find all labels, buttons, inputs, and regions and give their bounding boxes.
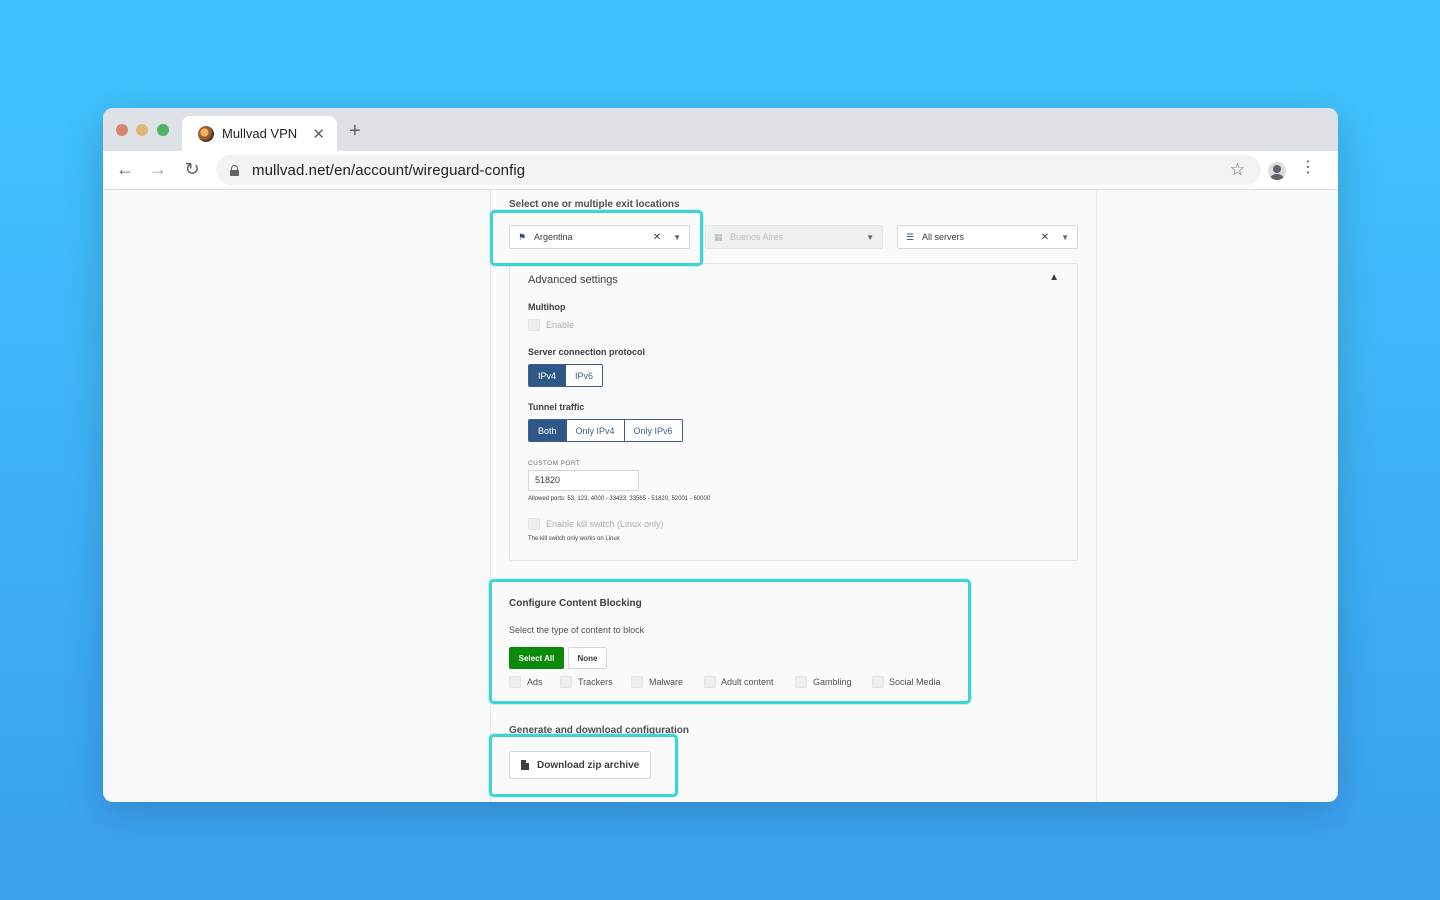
mullvad-favicon-icon [198, 125, 214, 142]
tunnel-both-button[interactable]: Both [529, 420, 567, 441]
chevron-down-icon[interactable]: ▼ [866, 233, 874, 242]
location-highlight [490, 210, 703, 266]
server-icon: ☰ [906, 231, 915, 242]
protocol-label: Server connection protocol [528, 347, 646, 357]
content-blocking-highlight [489, 579, 971, 704]
minimize-window-button[interactable] [136, 124, 148, 136]
protocol-ipv4-button[interactable]: IPv4 [529, 365, 567, 386]
chevron-up-icon[interactable]: ▲ [1049, 272, 1059, 283]
close-window-button[interactable] [116, 124, 128, 136]
locations-title: Select one or multiple exit locations [509, 199, 680, 210]
custom-port-label: CUSTOM PORT [528, 460, 581, 467]
servers-value: All servers [922, 232, 965, 242]
chevron-down-icon[interactable]: ▼ [1061, 233, 1069, 242]
address-bar[interactable]: mullvad.net/en/account/wireguard-config … [216, 155, 1261, 185]
page-viewport: Select one or multiple exit locations ⚑ … [103, 190, 1338, 802]
kill-switch-label: Enable kill switch (Linux only) [546, 519, 664, 529]
servers-select[interactable]: ☰ All servers ✕ ▼ [897, 225, 1078, 249]
multihop-enable-label: Enable [546, 320, 575, 330]
download-highlight [489, 734, 678, 797]
reload-icon[interactable]: ↻ [180, 159, 204, 180]
bookmark-star-icon[interactable]: ☆ [1230, 160, 1245, 180]
advanced-settings-title[interactable]: Advanced settings [528, 274, 618, 286]
protocol-ipv6-button[interactable]: IPv6 [566, 365, 603, 386]
back-arrow-icon[interactable]: ← [113, 159, 137, 180]
tab-close-icon[interactable]: ✕ [312, 125, 325, 143]
tunnel-traffic-label: Tunnel traffic [528, 402, 585, 412]
tunnel-traffic-toggle: Both Only IPv4 Only IPv6 [528, 419, 683, 442]
multihop-checkbox[interactable] [528, 319, 540, 331]
tab-mullvad[interactable]: Mullvad VPN ✕ [182, 116, 337, 151]
advanced-settings-panel: Advanced settings ▲ Multihop Enable Serv… [509, 263, 1078, 561]
tab-title: Mullvad VPN [222, 126, 298, 141]
tunnel-ipv4-button[interactable]: Only IPv4 [566, 420, 625, 441]
forward-arrow-icon[interactable]: → [146, 159, 170, 180]
profile-avatar-icon[interactable] [1268, 162, 1286, 180]
browser-toolbar: ← → ↻ mullvad.net/en/account/wireguard-c… [103, 151, 1338, 190]
city-value: Buenos Aires [730, 232, 784, 242]
building-icon: ▦ [714, 231, 723, 242]
new-tab-button[interactable]: + [349, 120, 361, 143]
wireguard-config-panel: Select one or multiple exit locations ⚑ … [490, 190, 1097, 802]
city-select[interactable]: ▦ Buenos Aires ▼ [705, 225, 883, 249]
tunnel-ipv6-button[interactable]: Only IPv6 [624, 420, 682, 441]
allowed-ports-hint: Allowed ports: 53, 123, 4000 - 33433, 33… [528, 496, 711, 502]
maximize-window-button[interactable] [157, 124, 169, 136]
kebab-menu-icon[interactable]: ⋮ [1300, 160, 1316, 176]
protocol-toggle: IPv4 IPv6 [528, 364, 604, 387]
url-text[interactable]: mullvad.net/en/account/wireguard-config [252, 162, 525, 179]
kill-switch-checkbox[interactable] [528, 518, 540, 530]
tab-strip: Mullvad VPN ✕ + [103, 108, 1338, 151]
clear-servers-icon[interactable]: ✕ [1041, 232, 1049, 243]
custom-port-input[interactable]: 51820 [528, 470, 639, 491]
kill-switch-hint: The kill switch only works on Linux [528, 536, 620, 542]
lock-icon [230, 164, 239, 176]
multihop-label: Multihop [528, 302, 566, 312]
